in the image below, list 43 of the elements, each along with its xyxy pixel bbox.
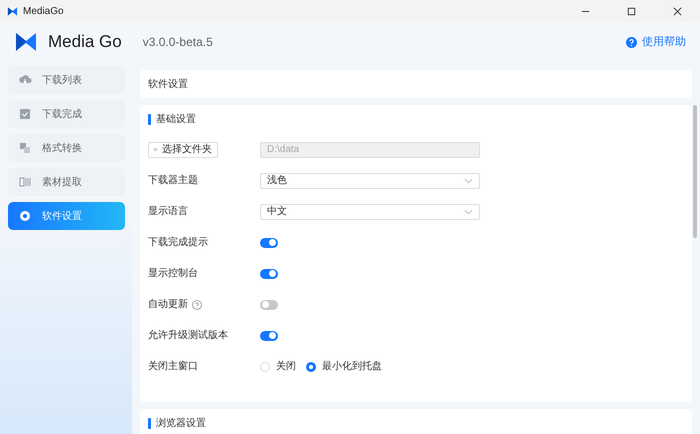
chevron-down-icon xyxy=(464,208,473,214)
gear-icon xyxy=(18,209,32,223)
setting-label: 自动更新 xyxy=(148,298,188,312)
close-icon xyxy=(672,6,682,16)
setting-label: 下载完成提示 xyxy=(148,236,208,250)
sidebar-item[interactable]: 下载完成 xyxy=(8,100,125,128)
page-title: 软件设置 xyxy=(148,78,188,92)
sidebar-item[interactable]: 下载列表 xyxy=(8,66,125,94)
film-icon xyxy=(18,175,32,189)
sidebar-item[interactable]: 素材提取 xyxy=(8,168,125,196)
setting-label: 下载器主题 xyxy=(148,174,198,188)
app-name: Media Go xyxy=(48,31,122,54)
version-label: v3.0.0-beta.5 xyxy=(142,34,213,51)
setting-label: 显示控制台 xyxy=(148,266,198,281)
maximize-icon xyxy=(626,6,636,16)
chevron-down-icon xyxy=(464,178,473,184)
dropdown-field[interactable]: 浅色 xyxy=(260,172,480,188)
setting-label: 关闭主窗口 xyxy=(148,360,198,374)
radio-option[interactable]: 关闭 xyxy=(260,359,296,374)
app-logo-icon xyxy=(7,6,18,16)
toggle-switch[interactable] xyxy=(260,238,278,248)
window-title: MediaGo xyxy=(23,4,64,18)
choose-folder-button[interactable]: 选择文件夹 xyxy=(148,142,218,158)
setting-label: 允许升级测试版本 xyxy=(148,328,228,343)
help-icon[interactable] xyxy=(192,300,202,310)
setting-label: 显示语言 xyxy=(148,204,188,219)
toggle-switch[interactable] xyxy=(260,268,278,278)
sidebar-item[interactable]: 格式转换 xyxy=(8,134,125,162)
section-title: 基础设置 xyxy=(156,112,196,126)
section-title: 浏览器设置 xyxy=(156,416,206,430)
radio-option[interactable]: 最小化到托盘 xyxy=(306,359,382,374)
sidebar-item[interactable]: 软件设置 xyxy=(8,202,125,230)
scrollbar-thumb[interactable] xyxy=(693,105,697,238)
help-link[interactable]: 使用帮助 xyxy=(626,34,686,50)
dropdown-field[interactable]: 中文 xyxy=(260,204,480,220)
app-logo-icon xyxy=(14,30,38,54)
toggle-switch[interactable] xyxy=(260,330,278,340)
section-marker xyxy=(148,418,151,428)
section-marker xyxy=(148,114,151,124)
squares-icon xyxy=(18,141,32,155)
toggle-switch[interactable] xyxy=(260,300,278,310)
checkbox-icon xyxy=(18,107,32,121)
help-icon xyxy=(626,36,637,48)
